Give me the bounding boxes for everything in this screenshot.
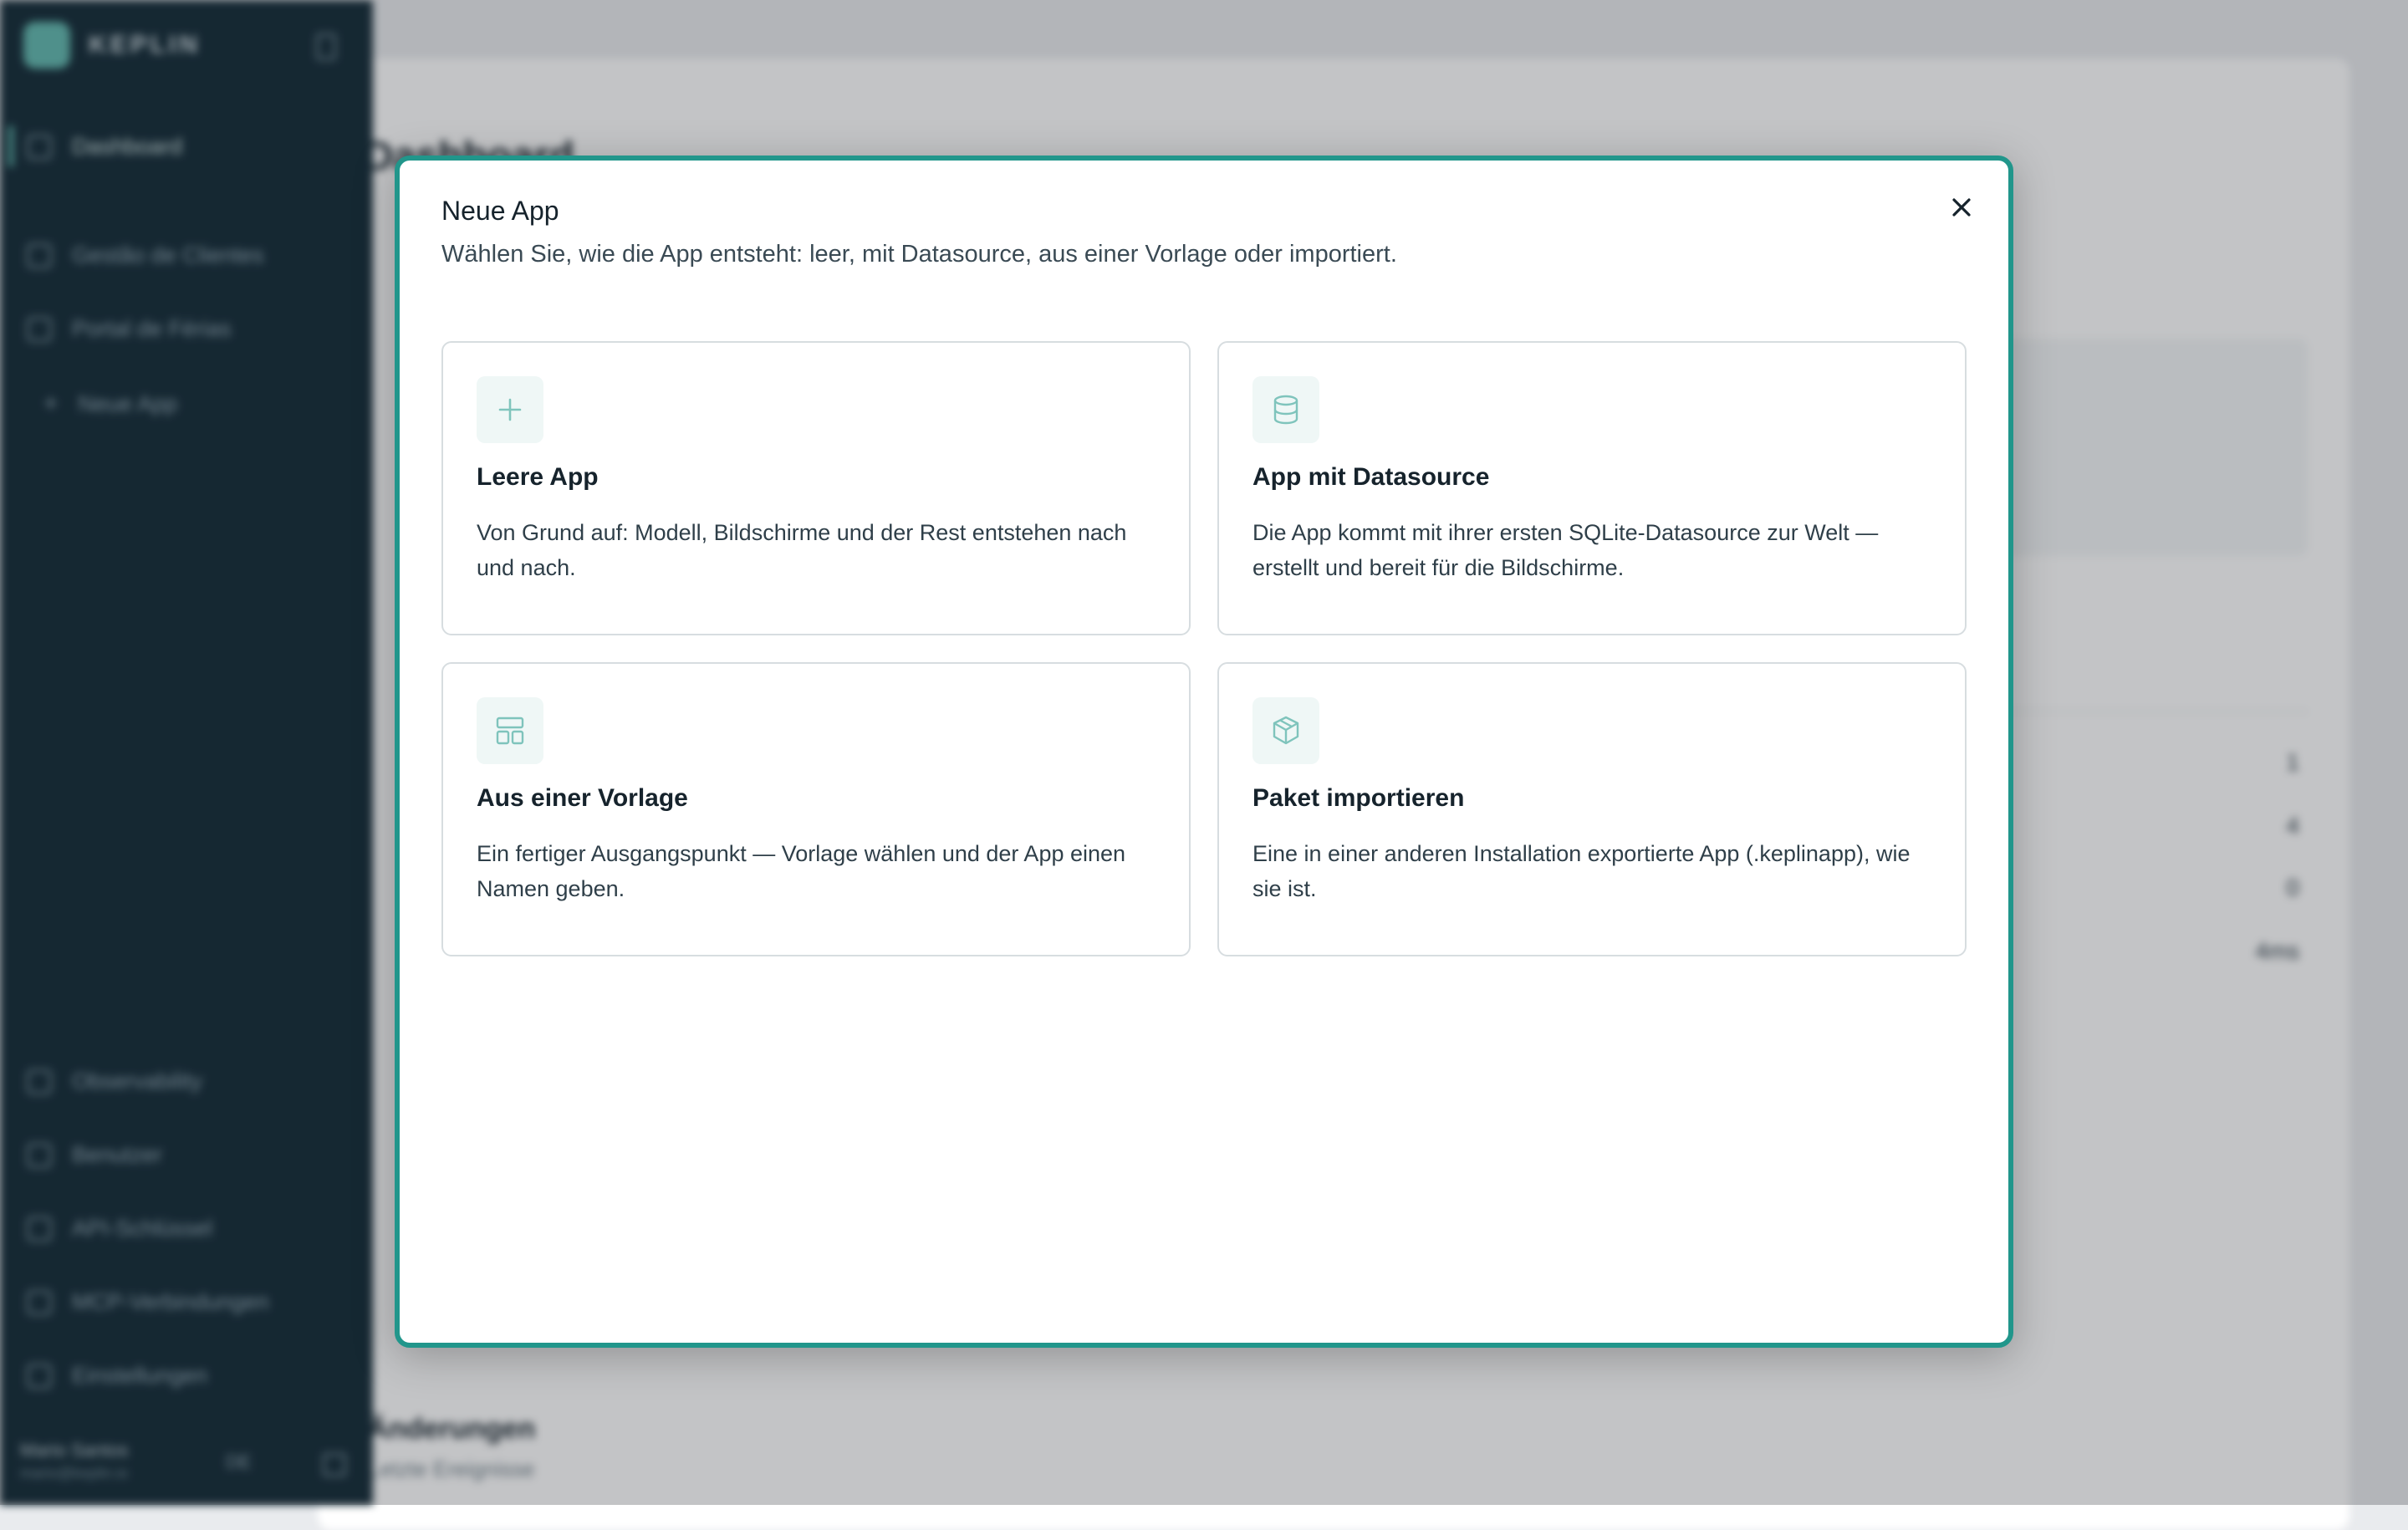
option-icon-box bbox=[477, 697, 543, 764]
option-description: Ein fertiger Ausgangspunkt — Vorlage wäh… bbox=[477, 841, 1126, 901]
dialog-description: Wählen Sie, wie die App entsteht: leer, … bbox=[441, 241, 1397, 268]
option-title: Aus einer Vorlage bbox=[477, 784, 688, 812]
option-icon-box bbox=[477, 376, 543, 443]
option-icon-box bbox=[1252, 376, 1319, 443]
database-icon bbox=[1273, 395, 1298, 425]
template-icon bbox=[496, 717, 524, 745]
option-description: Von Grund auf: Modell, Bildschirme und d… bbox=[477, 520, 1127, 580]
close-icon bbox=[1952, 198, 1971, 217]
close-button[interactable] bbox=[1943, 189, 1980, 226]
plus-icon bbox=[498, 398, 522, 421]
option-description: Eine in einer anderen Installation expor… bbox=[1252, 841, 1911, 901]
option-description: Die App kommt mit ihrer ersten SQLite-Da… bbox=[1252, 520, 1879, 580]
option-title: Leere App bbox=[477, 463, 599, 491]
option-title: App mit Datasource bbox=[1252, 463, 1490, 491]
dialog-title: Neue App bbox=[441, 196, 559, 226]
package-icon bbox=[1273, 716, 1299, 745]
option-card-from-template[interactable]: Aus einer Vorlage Ein fertiger Ausgangsp… bbox=[441, 662, 1191, 956]
option-icon-box bbox=[1252, 697, 1319, 764]
option-title: Paket importieren bbox=[1252, 784, 1465, 812]
option-card-empty-app[interactable]: Leere App Von Grund auf: Modell, Bildsch… bbox=[441, 341, 1191, 635]
option-card-import-package[interactable]: Paket importieren Eine in einer anderen … bbox=[1217, 662, 1967, 956]
new-app-dialog: Neue App Wählen Sie, wie die App entsteh… bbox=[395, 156, 2013, 1348]
option-card-app-with-datasource[interactable]: App mit Datasource Die App kommt mit ihr… bbox=[1217, 341, 1967, 635]
